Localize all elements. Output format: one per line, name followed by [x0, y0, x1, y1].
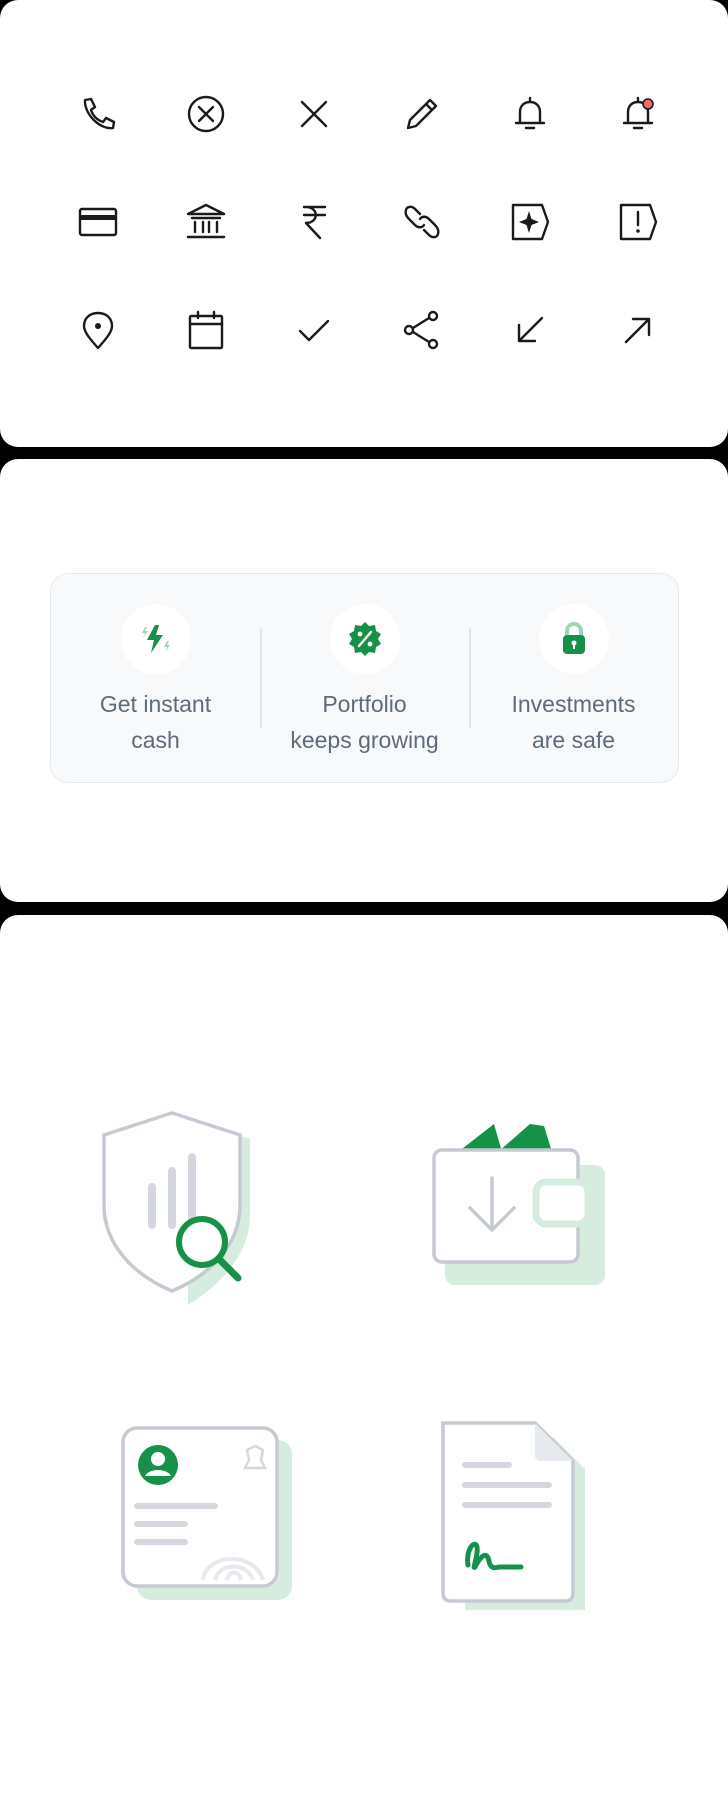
wallet-download-illustration — [420, 1110, 620, 1300]
benefit-investments-safe: Investments are safe — [469, 574, 678, 782]
bell-icon[interactable] — [476, 60, 584, 168]
illustrations-panel — [0, 915, 728, 1797]
rupee-icon[interactable] — [260, 168, 368, 276]
benefit-label: Portfolio keeps growing — [290, 691, 439, 753]
illustration-grid — [0, 915, 728, 1797]
benefits-panel: Get instant cash Portfolio keeps growing — [0, 459, 728, 902]
bell-notification-icon[interactable] — [584, 60, 692, 168]
close-icon[interactable] — [260, 60, 368, 168]
benefit-portfolio-growing: Portfolio keeps growing — [260, 574, 469, 782]
share-icon[interactable] — [368, 276, 476, 384]
signed-document-illustration — [435, 1415, 605, 1615]
arrow-down-left-icon[interactable] — [476, 276, 584, 384]
sparkle-badge-icon[interactable] — [476, 168, 584, 276]
link-icon[interactable] — [368, 168, 476, 276]
check-icon[interactable] — [260, 276, 368, 384]
close-circle-icon[interactable] — [152, 60, 260, 168]
padlock-icon — [538, 604, 609, 674]
icon-set-panel — [0, 0, 728, 447]
arrow-up-right-icon[interactable] — [584, 276, 692, 384]
icon-grid — [44, 60, 684, 384]
bank-icon[interactable] — [152, 168, 260, 276]
alert-badge-icon[interactable] — [584, 168, 692, 276]
notification-dot — [642, 98, 654, 110]
benefits-card: Get instant cash Portfolio keeps growing — [50, 573, 679, 783]
percent-badge-icon — [329, 604, 400, 674]
phone-icon[interactable] — [44, 60, 152, 168]
location-pin-icon[interactable] — [44, 276, 152, 384]
shield-search-illustration — [100, 1105, 290, 1315]
pencil-icon[interactable] — [368, 60, 476, 168]
benefit-instant-cash: Get instant cash — [51, 574, 260, 782]
calendar-icon[interactable] — [152, 276, 260, 384]
benefit-label: Get instant cash — [99, 691, 212, 753]
credit-card-icon[interactable] — [44, 168, 152, 276]
benefit-label: Investments are safe — [511, 691, 636, 753]
id-card-illustration — [115, 1420, 300, 1605]
lightning-icon — [120, 604, 191, 674]
